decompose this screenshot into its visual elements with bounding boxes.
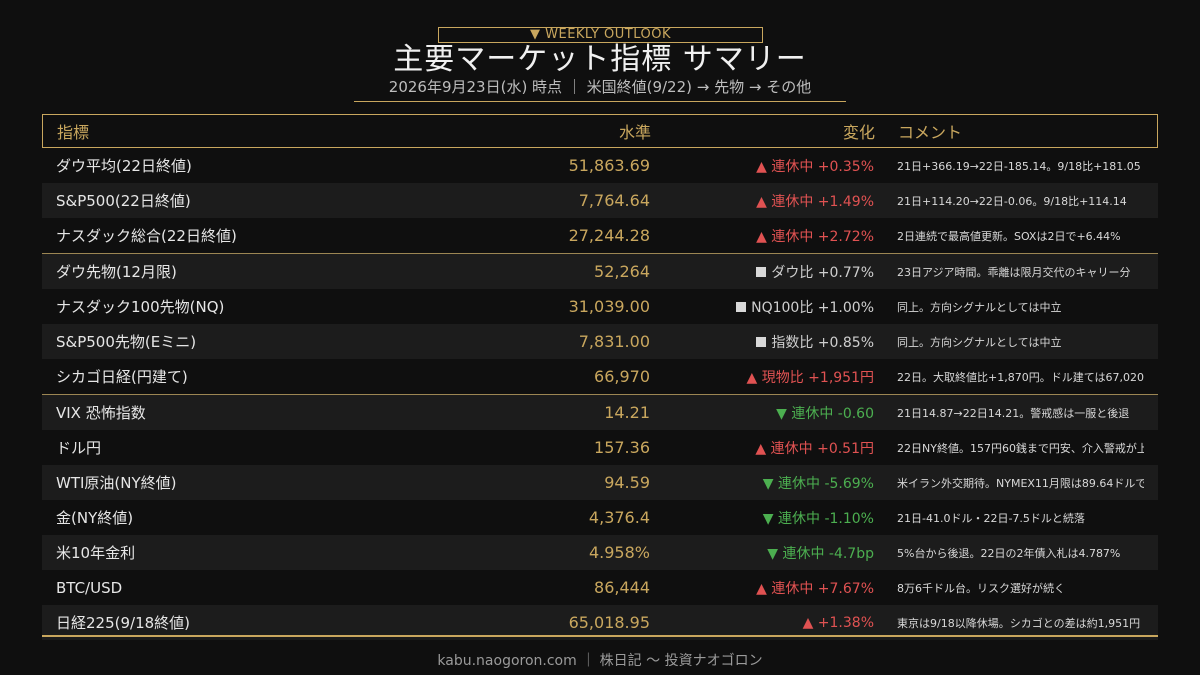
change-text: ▼ 連休中 -0.60 bbox=[776, 405, 874, 422]
indicator-name: S&P500先物(Eミニ) bbox=[56, 333, 197, 351]
indicator-comment: 21日+366.19→22日-185.14。9/18比+181.05ドル bbox=[897, 159, 1144, 173]
table-row: ドル円 157.36 ▲ 連休中 +0.51円 22日NY終値。157円60銭まで円安… bbox=[42, 430, 1158, 465]
indicator-name: ダウ平均(22日終値) bbox=[56, 157, 192, 175]
indicator-change: ダウ比 +0.77% bbox=[650, 262, 874, 282]
indicator-change: ▼ 連休中 -1.10% bbox=[650, 508, 874, 528]
indicator-name: 日経225(9/18終値) bbox=[56, 614, 191, 632]
indicator-name: ダウ先物(12月限) bbox=[56, 263, 177, 281]
indicator-name: ナスダック総合(22日終値) bbox=[56, 227, 237, 245]
column-header-change: 変化 bbox=[842, 123, 875, 142]
change-text: ▼ 連休中 -4.7bp bbox=[767, 545, 874, 562]
table-row: ナスダック100先物(NQ) 31,039.00 NQ100比 +1.00% 同上。方… bbox=[42, 289, 1158, 324]
indicator-comment: 5%台から後退。22日の2年債入札は4.787% bbox=[897, 546, 1121, 560]
indicator-level: 157.36 bbox=[594, 438, 650, 457]
indicator-level: 7,831.00 bbox=[578, 332, 650, 351]
indicator-level: 27,244.28 bbox=[568, 226, 650, 245]
change-text: ▼ 連休中 -5.69% bbox=[762, 475, 874, 492]
indicator-comment: 21日+114.20→22日-0.06。9/18比+114.14 bbox=[897, 194, 1127, 208]
indicator-comment: 2日連続で最高値更新。SOXは2日で+6.44% bbox=[897, 229, 1121, 243]
table-bottom-rule bbox=[42, 635, 1158, 637]
column-header-level: 水準 bbox=[618, 123, 651, 142]
indicator-change: ▼ 連休中 -4.7bp bbox=[650, 543, 874, 563]
table-row: S&P500(22日終値) 7,764.64 ▲ 連休中 +1.49% 21日+114… bbox=[42, 183, 1158, 218]
table-header: 指標 水準 変化 コメント bbox=[42, 114, 1158, 148]
indicator-name: BTC/USD bbox=[56, 578, 123, 597]
indicator-comment: 23日アジア時間。乖離は限月交代のキャリー分 bbox=[897, 265, 1131, 279]
change-text: ▲ 連休中 +0.51円 bbox=[755, 440, 874, 457]
square-icon bbox=[736, 301, 747, 312]
indicator-level: 31,039.00 bbox=[568, 297, 650, 316]
indicator-comment: 21日-41.0ドル・22日-7.5ドルと続落 bbox=[897, 511, 1085, 525]
indicator-change: ▲ 連休中 +0.51円 bbox=[650, 438, 874, 458]
indicator-change: ▲ +1.38% bbox=[650, 615, 874, 631]
square-icon bbox=[756, 336, 767, 347]
indicator-change: ▼ 連休中 -5.69% bbox=[650, 473, 874, 493]
indicator-name: VIX 恐怖指数 bbox=[56, 404, 146, 422]
indicator-comment: 同上。方向シグナルとしては中立 bbox=[897, 335, 1062, 349]
column-header-name: 指標 bbox=[57, 123, 90, 142]
indicator-comment: 21日14.87→22日14.21。警戒感は一服と後退 bbox=[897, 406, 1130, 420]
change-text: 指数比 +0.85% bbox=[771, 334, 874, 351]
change-text: NQ100比 +1.00% bbox=[751, 299, 874, 316]
table-row: シカゴ日経(円建て) 66,970 ▲ 現物比 +1,951円 22日。大取終値比+1… bbox=[42, 359, 1158, 394]
indicator-comment: 22日。大取終値比+1,870円。ドル建ては67,020円 bbox=[897, 370, 1144, 384]
indicator-change: ▲ 連休中 +0.35% bbox=[650, 156, 874, 176]
table-row: 金(NY終値) 4,376.4 ▼ 連休中 -1.10% 21日-41.0ドル・22日… bbox=[42, 500, 1158, 535]
table-row: 米10年金利 4.958% ▼ 連休中 -4.7bp 5%台から後退。22日の2年債入… bbox=[42, 535, 1158, 570]
table-row: ナスダック総合(22日終値) 27,244.28 ▲ 連休中 +2.72% 2日連続で… bbox=[42, 218, 1158, 253]
table-row: S&P500先物(Eミニ) 7,831.00 指数比 +0.85% 同上。方向シグナル… bbox=[42, 324, 1158, 359]
indicator-name: シカゴ日経(円建て) bbox=[56, 368, 188, 386]
indicator-comment: 8万6千ドル台。リスク選好が続く bbox=[897, 581, 1065, 595]
change-text: ▲ 連休中 +0.35% bbox=[756, 158, 874, 175]
indicator-comment: 米イラン外交期待。NYMEX11月限は89.64ドルで90ドル割れ bbox=[897, 476, 1144, 490]
indicator-comment: 同上。方向シグナルとしては中立 bbox=[897, 300, 1062, 314]
change-text: ▲ 連休中 +7.67% bbox=[756, 580, 874, 597]
table-row: WTI原油(NY終値) 94.59 ▼ 連休中 -5.69% 米イラン外交期待。NYM… bbox=[42, 465, 1158, 500]
market-table: 指標 水準 変化 コメント ダウ平均(22日終値) 51,863.69 ▲ 連休中 … bbox=[42, 114, 1158, 640]
change-text: ▲ 連休中 +1.49% bbox=[756, 193, 874, 210]
indicator-level: 51,863.69 bbox=[568, 156, 650, 175]
indicator-name: S&P500(22日終値) bbox=[56, 192, 191, 210]
change-text: ▲ +1.38% bbox=[802, 614, 874, 631]
change-text: ダウ比 +0.77% bbox=[771, 264, 874, 281]
indicator-change: NQ100比 +1.00% bbox=[650, 297, 874, 317]
indicator-level: 94.59 bbox=[604, 473, 650, 492]
change-text: ▲ 現物比 +1,951円 bbox=[746, 369, 874, 386]
column-header-comment: コメント bbox=[898, 123, 963, 142]
indicator-level: 4,376.4 bbox=[588, 508, 650, 527]
table-row: ダウ先物(12月限) 52,264 ダウ比 +0.77% 23日アジア時間。乖離は限月… bbox=[42, 253, 1158, 289]
page-subtitle: 2026年9月23日(水) 時点 ｜ 米国終値(9/22) → 先物 → その他 bbox=[388, 78, 812, 96]
indicator-change: 指数比 +0.85% bbox=[650, 332, 874, 352]
table-row: VIX 恐怖指数 14.21 ▼ 連休中 -0.60 21日14.87→22日14.2… bbox=[42, 394, 1158, 430]
indicator-comment: 東京は9/18以降休場。シカゴとの差は約1,951円 bbox=[897, 616, 1141, 630]
title-divider bbox=[354, 101, 846, 102]
indicator-name: ドル円 bbox=[56, 439, 102, 457]
indicator-change: ▲ 現物比 +1,951円 bbox=[650, 367, 874, 387]
indicator-level: 86,444 bbox=[594, 578, 650, 597]
indicator-change: ▲ 連休中 +7.67% bbox=[650, 578, 874, 598]
page-title: 主要マーケット指標 サマリー bbox=[393, 42, 807, 77]
table-row: ダウ平均(22日終値) 51,863.69 ▲ 連休中 +0.35% 21日+366.… bbox=[42, 148, 1158, 183]
table-body: ダウ平均(22日終値) 51,863.69 ▲ 連休中 +0.35% 21日+366.… bbox=[42, 148, 1158, 640]
indicator-name: 金(NY終値) bbox=[56, 509, 134, 527]
indicator-level: 7,764.64 bbox=[578, 191, 650, 210]
indicator-change: ▲ 連休中 +1.49% bbox=[650, 191, 874, 211]
indicator-level: 65,018.95 bbox=[568, 613, 650, 632]
indicator-name: ナスダック100先物(NQ) bbox=[56, 298, 225, 316]
indicator-change: ▼ 連休中 -0.60 bbox=[650, 403, 874, 423]
indicator-level: 66,970 bbox=[594, 367, 650, 386]
indicator-level: 14.21 bbox=[604, 403, 650, 422]
indicator-level: 52,264 bbox=[594, 262, 650, 281]
indicator-level: 4.958% bbox=[588, 543, 650, 562]
indicator-name: 米10年金利 bbox=[56, 544, 136, 562]
table-row: BTC/USD 86,444 ▲ 連休中 +7.67% 8万6千ドル台。リスク選好が続… bbox=[42, 570, 1158, 605]
indicator-comment: 22日NY終値。157円60銭まで円安、介入警戒が上値を抑制 bbox=[897, 441, 1144, 455]
indicator-name: WTI原油(NY終値) bbox=[56, 474, 177, 492]
indicator-change: ▲ 連休中 +2.72% bbox=[650, 226, 874, 246]
change-text: ▲ 連休中 +2.72% bbox=[756, 228, 874, 245]
square-icon bbox=[756, 266, 767, 277]
change-text: ▼ 連休中 -1.10% bbox=[762, 510, 874, 527]
footer-credit: kabu.naogoron.com ｜ 株日記 〜 投資ナオゴロン bbox=[437, 653, 763, 669]
